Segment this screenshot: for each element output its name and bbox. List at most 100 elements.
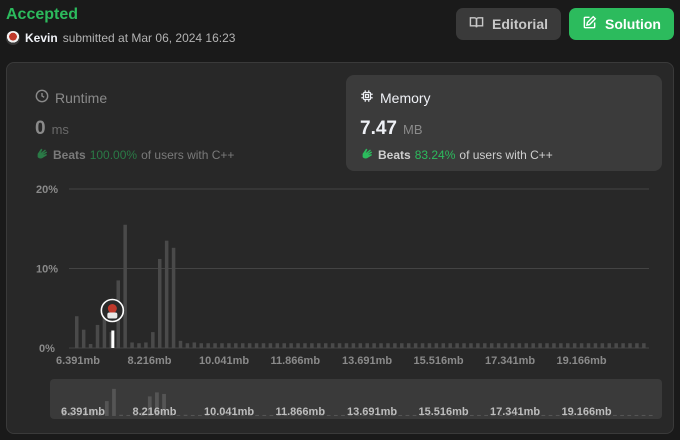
chart-bar[interactable]	[552, 343, 556, 348]
chart-bar[interactable]	[247, 343, 252, 348]
chart-bar[interactable]	[130, 342, 134, 348]
chart-bar[interactable]	[393, 343, 397, 348]
chart-bar[interactable]	[151, 332, 155, 348]
chart-bar[interactable]	[586, 343, 591, 348]
chart-bar[interactable]	[102, 317, 107, 348]
chart-bar[interactable]	[448, 343, 452, 348]
chart-bar[interactable]	[600, 343, 605, 348]
chart-bar[interactable]	[400, 343, 404, 348]
chart-bar[interactable]	[75, 316, 79, 348]
overview-bar	[484, 414, 488, 416]
chart-bar[interactable]	[164, 240, 169, 348]
overview-tick-label: 11.866mb	[276, 406, 326, 418]
chart-bar[interactable]	[545, 343, 549, 348]
chart-bar[interactable]	[185, 343, 190, 348]
chart-bar[interactable]	[365, 343, 369, 348]
chart-bar[interactable]	[303, 343, 307, 348]
chart-bar[interactable]	[275, 343, 280, 348]
chart-bar[interactable]	[559, 343, 563, 348]
chart-bar[interactable]	[642, 343, 646, 348]
chart-bar[interactable]	[566, 343, 570, 348]
chart-bar[interactable]	[483, 343, 487, 348]
overview-bar	[477, 414, 481, 416]
user-name[interactable]: Kevin	[25, 31, 58, 45]
chart-bar[interactable]	[240, 343, 245, 348]
chart-bar[interactable]	[310, 343, 314, 348]
chart-bar[interactable]	[455, 343, 459, 348]
chart-bar[interactable]	[469, 343, 473, 348]
overview-bar	[412, 414, 417, 416]
chart-bar[interactable]	[157, 258, 162, 348]
overview-bar	[627, 414, 632, 416]
chart-bar[interactable]	[206, 343, 210, 348]
chart-bar[interactable]	[593, 343, 598, 348]
chart-bar[interactable]	[351, 343, 356, 348]
status-accepted: Accepted	[6, 6, 79, 23]
chart-bar[interactable]	[579, 343, 584, 348]
x-tick-label: 6.391mb	[56, 355, 100, 367]
overview-bar	[398, 414, 403, 416]
chart-bar[interactable]	[323, 343, 328, 348]
memory-distribution-chart[interactable]: 20%10%0%6.391mb 8.216mb 10.041mb 11.866mb 13…	[7, 63, 675, 435]
chart-bar[interactable]	[386, 343, 390, 348]
chart-bar[interactable]	[524, 343, 529, 348]
chart-bar[interactable]	[406, 343, 411, 348]
overview-tick-label: 13.691mb	[347, 406, 397, 418]
chart-bar[interactable]	[178, 340, 183, 348]
overview-bar	[269, 414, 274, 416]
chart-bar[interactable]	[81, 329, 86, 348]
chart-bar[interactable]	[337, 343, 342, 348]
chart-bar[interactable]	[88, 344, 93, 348]
solution-label: Solution	[605, 16, 661, 32]
chart-bar[interactable]	[434, 343, 439, 348]
chart-bar[interactable]	[268, 343, 273, 348]
chart-bar[interactable]	[379, 343, 383, 348]
chart-bar[interactable]	[372, 343, 376, 348]
user-avatar[interactable]	[6, 31, 20, 45]
chart-bar[interactable]	[503, 343, 508, 348]
chart-bar[interactable]	[489, 343, 494, 348]
chart-bar[interactable]	[171, 247, 176, 348]
chart-bar[interactable]	[635, 343, 639, 348]
chart-bar[interactable]	[317, 343, 321, 348]
chart-bar[interactable]	[344, 343, 349, 348]
chart-bar[interactable]	[220, 343, 224, 348]
chart-bar[interactable]	[413, 343, 418, 348]
chart-bar[interactable]	[441, 343, 446, 348]
chart-bar[interactable]	[123, 224, 127, 348]
chart-bar[interactable]	[95, 324, 100, 348]
chart-bar[interactable]	[531, 343, 535, 348]
chart-bar[interactable]	[538, 343, 542, 348]
chart-bar[interactable]	[607, 343, 612, 348]
overview-bar	[641, 414, 646, 416]
chart-bar[interactable]	[227, 343, 231, 348]
chart-bar[interactable]	[476, 343, 480, 348]
chart-bar[interactable]	[213, 343, 217, 348]
avatar-body	[107, 312, 118, 319]
editorial-button[interactable]: Editorial	[456, 8, 561, 40]
chart-bar[interactable]	[137, 343, 141, 348]
chart-bar[interactable]	[462, 343, 466, 348]
solution-button[interactable]: Solution	[569, 8, 674, 40]
chart-bar[interactable]	[254, 343, 259, 348]
chart-bar[interactable]	[234, 343, 238, 348]
chart-bar[interactable]	[427, 343, 432, 348]
chart-bar[interactable]	[358, 343, 363, 348]
chart-bar[interactable]	[282, 343, 286, 348]
chart-bar[interactable]	[572, 343, 577, 348]
chart-bar[interactable]	[199, 343, 203, 348]
chart-bar[interactable]	[628, 343, 632, 348]
overview-bar	[104, 401, 109, 416]
chart-bar[interactable]	[296, 343, 300, 348]
chart-bar[interactable]	[614, 343, 618, 348]
chart-bar[interactable]	[330, 343, 335, 348]
chart-bar[interactable]	[261, 343, 266, 348]
chart-bar[interactable]	[144, 342, 148, 348]
chart-bar[interactable]	[621, 343, 625, 348]
chart-bar[interactable]	[420, 343, 425, 348]
chart-bar[interactable]	[517, 343, 522, 348]
chart-bar[interactable]	[289, 343, 293, 348]
chart-bar[interactable]	[510, 343, 515, 348]
chart-bar[interactable]	[192, 342, 197, 348]
chart-bar[interactable]	[496, 343, 501, 348]
